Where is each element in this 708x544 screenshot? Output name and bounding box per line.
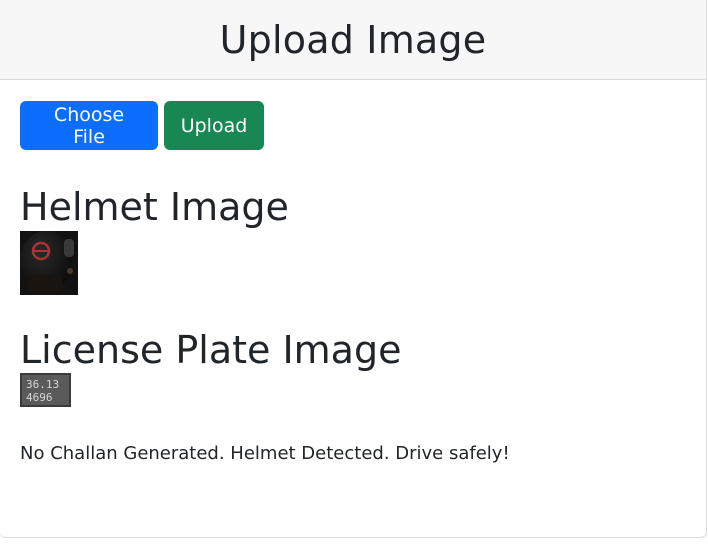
upload-button[interactable]: Upload (164, 101, 264, 150)
license-plate-heading: License Plate Image (20, 327, 402, 372)
card-header: Upload Image (0, 0, 706, 80)
plate-line-2: 4696 (26, 391, 53, 404)
page-title: Upload Image (219, 17, 487, 62)
upload-card: Upload Image Choose File Upload Helmet I… (0, 0, 707, 538)
button-row: Choose File Upload (20, 101, 686, 150)
helmet-image (20, 230, 78, 295)
result-message: No Challan Generated. Helmet Detected. D… (20, 443, 510, 465)
license-plate-image: 36.13 4696 (20, 373, 71, 408)
plate-line-1: 36.13 (26, 378, 59, 391)
card-body: Choose File Upload Helmet Image License … (0, 80, 706, 464)
choose-file-button[interactable]: Choose File (20, 101, 158, 150)
helmet-image-heading: Helmet Image (20, 185, 289, 229)
